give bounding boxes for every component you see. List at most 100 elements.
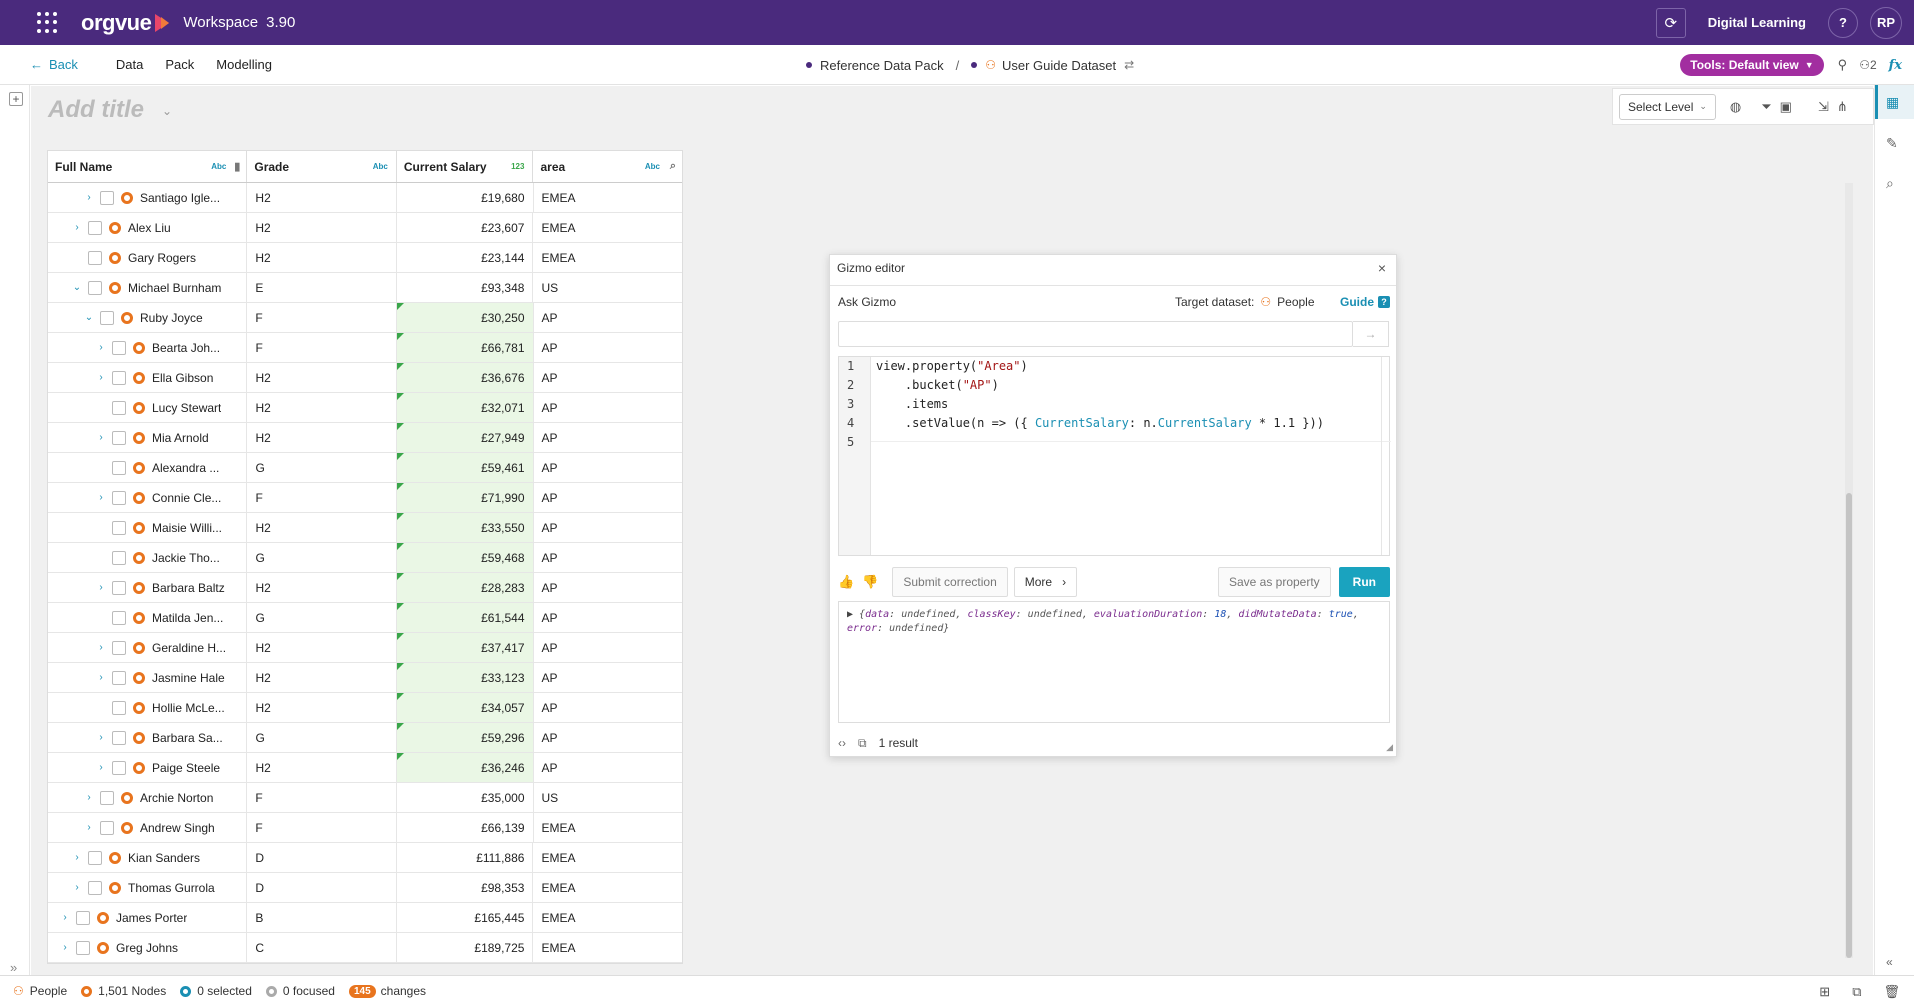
cell-area[interactable]: US	[533, 273, 682, 302]
row-checkbox[interactable]	[112, 640, 126, 655]
cell-current-salary[interactable]: £165,445	[397, 903, 534, 932]
thumbs-up-icon[interactable]: 👍	[838, 574, 854, 590]
cell-full-name[interactable]: Gary Rogers	[48, 243, 248, 272]
cell-area[interactable]: EMEA	[534, 813, 683, 842]
row-checkbox[interactable]	[112, 340, 126, 355]
expand-chevron-icon[interactable]: ›	[84, 192, 94, 203]
brand-logo[interactable]: orgvue	[81, 10, 170, 36]
canvas-scrollbar-thumb[interactable]	[1846, 493, 1852, 958]
cell-grade[interactable]: G	[247, 453, 397, 482]
cell-grade[interactable]: H2	[247, 753, 397, 782]
cell-full-name[interactable]: › Bearta Joh...	[48, 333, 248, 362]
cell-current-salary[interactable]: £34,057	[396, 693, 534, 722]
expand-chevron-icon[interactable]: ›	[60, 942, 70, 953]
expand-chevron-icon[interactable]: ›	[96, 582, 106, 593]
nav-item-data[interactable]: Data	[116, 57, 143, 72]
table-row[interactable]: › Ella Gibson H2 £36,676 AP	[48, 363, 682, 393]
cell-grade[interactable]: F	[247, 333, 397, 362]
cell-current-salary[interactable]: £30,250	[396, 303, 534, 332]
cell-grade[interactable]: H2	[247, 363, 397, 392]
filter-icon[interactable]: ⏷	[1761, 99, 1771, 115]
table-row[interactable]: › James Porter B £165,445 EMEA	[48, 903, 682, 933]
cell-current-salary[interactable]: £23,607	[397, 213, 534, 242]
expand-chevron-icon[interactable]: ›	[72, 882, 82, 893]
send-button[interactable]: →	[1353, 321, 1389, 347]
row-checkbox[interactable]	[112, 550, 126, 565]
table-row[interactable]: › Mia Arnold H2 £27,949 AP	[48, 423, 682, 453]
column-header-current-salary[interactable]: Current Salary 123	[397, 151, 534, 182]
cell-full-name[interactable]: › Alex Liu	[48, 213, 248, 242]
add-node-icon[interactable]: ⊞	[1819, 984, 1830, 1000]
cell-grade[interactable]: H2	[247, 243, 397, 272]
cell-area[interactable]: AP	[534, 543, 683, 572]
formula-icon[interactable]: fx	[1889, 58, 1902, 73]
tools-view-button[interactable]: Tools: Default view ▼	[1680, 54, 1824, 76]
cell-current-salary[interactable]: £93,348	[397, 273, 534, 302]
cell-grade[interactable]: F	[247, 813, 397, 842]
cell-full-name[interactable]: › Kian Sanders	[48, 843, 248, 872]
select-level-dropdown[interactable]: Select Level ⌄	[1619, 93, 1716, 120]
users-icon[interactable]: ⚇2	[1859, 58, 1876, 72]
table-row[interactable]: › Jasmine Hale H2 £33,123 AP	[48, 663, 682, 693]
table-row[interactable]: › Alex Liu H2 £23,607 EMEA	[48, 213, 682, 243]
expand-chevron-icon[interactable]: ›	[96, 672, 106, 683]
share-icon[interactable]: ⋔	[1837, 99, 1848, 115]
row-checkbox[interactable]	[88, 880, 102, 895]
resize-handle-icon[interactable]: ◢	[1386, 742, 1393, 753]
cell-current-salary[interactable]: £59,468	[396, 543, 534, 572]
cell-grade[interactable]: H2	[247, 513, 397, 542]
status-changes[interactable]: 145 changes	[348, 984, 426, 998]
pin-icon[interactable]: ⚲	[1838, 57, 1848, 73]
cell-grade[interactable]: H2	[247, 213, 397, 242]
expand-chevron-icon[interactable]: ›	[96, 492, 106, 503]
table-row[interactable]: › Andrew Singh F £66,139 EMEA	[48, 813, 682, 843]
cell-grade[interactable]: G	[247, 723, 397, 752]
cell-current-salary[interactable]: £98,353	[397, 873, 534, 902]
table-row[interactable]: Lucy Stewart H2 £32,071 AP	[48, 393, 682, 423]
expand-chevron-icon[interactable]: ›	[84, 822, 94, 833]
expand-chevron-icon[interactable]: ›	[96, 342, 106, 353]
column-header-grade[interactable]: Grade Abc	[247, 151, 397, 182]
cell-full-name[interactable]: › Ella Gibson	[48, 363, 248, 392]
add-panel-button[interactable]: +	[9, 92, 23, 106]
cell-current-salary[interactable]: £36,676	[396, 363, 534, 392]
table-row[interactable]: ⌄ Ruby Joyce F £30,250 AP	[48, 303, 682, 333]
table-row[interactable]: Matilda Jen... G £61,544 AP	[48, 603, 682, 633]
table-row[interactable]: › Archie Norton F £35,000 US	[48, 783, 682, 813]
back-link[interactable]: ← Back	[30, 57, 78, 72]
delete-icon[interactable]: 🗑	[1883, 984, 1900, 1000]
cell-current-salary[interactable]: £61,544	[396, 603, 534, 632]
table-row[interactable]: Alexandra ... G £59,461 AP	[48, 453, 682, 483]
search-icon[interactable]: ⌕	[670, 160, 676, 173]
expand-chevron-icon[interactable]: ›	[96, 642, 106, 653]
table-row[interactable]: › Barbara Sa... G £59,296 AP	[48, 723, 682, 753]
cell-grade[interactable]: G	[247, 603, 397, 632]
page-title[interactable]: Add title	[48, 96, 144, 124]
switch-dataset-icon[interactable]: ⇄	[1124, 58, 1134, 72]
column-header-area[interactable]: area Abc ⌕	[533, 151, 682, 182]
cell-grade[interactable]: F	[247, 303, 397, 332]
avatar[interactable]: RP	[1870, 6, 1902, 39]
cell-current-salary[interactable]: £71,990	[396, 483, 534, 512]
cell-current-salary[interactable]: £66,139	[397, 813, 534, 842]
cell-area[interactable]: AP	[534, 633, 683, 662]
row-checkbox[interactable]	[112, 610, 126, 625]
table-row[interactable]: ⌄ Michael Burnham E £93,348 US	[48, 273, 682, 303]
row-checkbox[interactable]	[112, 580, 126, 595]
table-row[interactable]: Gary Rogers H2 £23,144 EMEA	[48, 243, 682, 273]
row-checkbox[interactable]	[112, 520, 126, 535]
app-grid-icon[interactable]	[37, 11, 59, 34]
cell-grade[interactable]: G	[247, 543, 397, 572]
cell-current-salary[interactable]: £19,680	[397, 183, 534, 212]
row-checkbox[interactable]	[76, 940, 90, 955]
code-editor[interactable]: 1 2 3 4 5 view.property("Area") .bucket(…	[838, 356, 1391, 556]
cell-area[interactable]: AP	[534, 393, 683, 422]
ask-gizmo-input[interactable]	[838, 321, 1353, 347]
table-row[interactable]: Maisie Willi... H2 £33,550 AP	[48, 513, 682, 543]
cell-area[interactable]: AP	[534, 573, 683, 602]
row-checkbox[interactable]	[88, 220, 102, 235]
chart-panel-icon[interactable]: ▦	[1886, 94, 1899, 111]
table-row[interactable]: › Kian Sanders D £111,886 EMEA	[48, 843, 682, 873]
cell-area[interactable]: AP	[534, 363, 683, 392]
cell-full-name[interactable]: › Archie Norton	[48, 783, 248, 812]
